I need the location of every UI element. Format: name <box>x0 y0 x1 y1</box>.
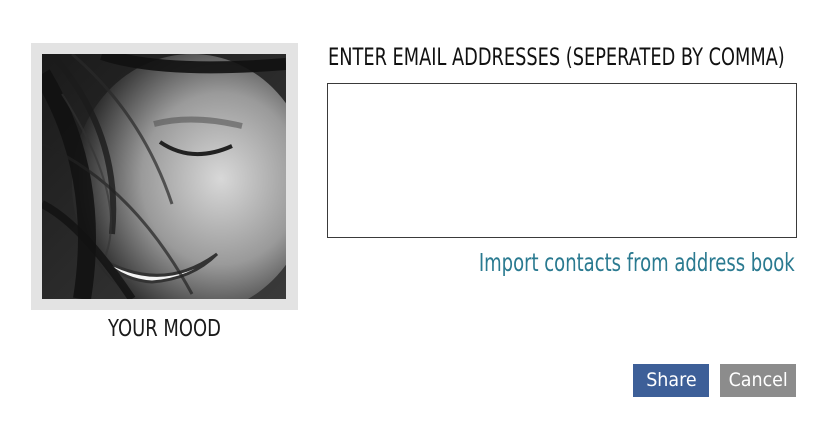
portrait-image <box>42 54 286 299</box>
email-addresses-input[interactable] <box>327 83 797 238</box>
share-button-label: Share <box>645 369 697 391</box>
mood-photo-frame <box>31 43 298 310</box>
mood-label: YOUR MOOD <box>108 316 221 342</box>
cancel-button[interactable]: Cancel <box>720 364 796 397</box>
email-heading: ENTER EMAIL ADDRESSES (SEPERATED BY COMM… <box>328 43 785 71</box>
cancel-button-label: Cancel <box>728 369 788 391</box>
import-contacts-link[interactable]: Import contacts from address book <box>479 248 795 277</box>
mood-photo <box>42 54 286 299</box>
share-button[interactable]: Share <box>633 364 709 397</box>
